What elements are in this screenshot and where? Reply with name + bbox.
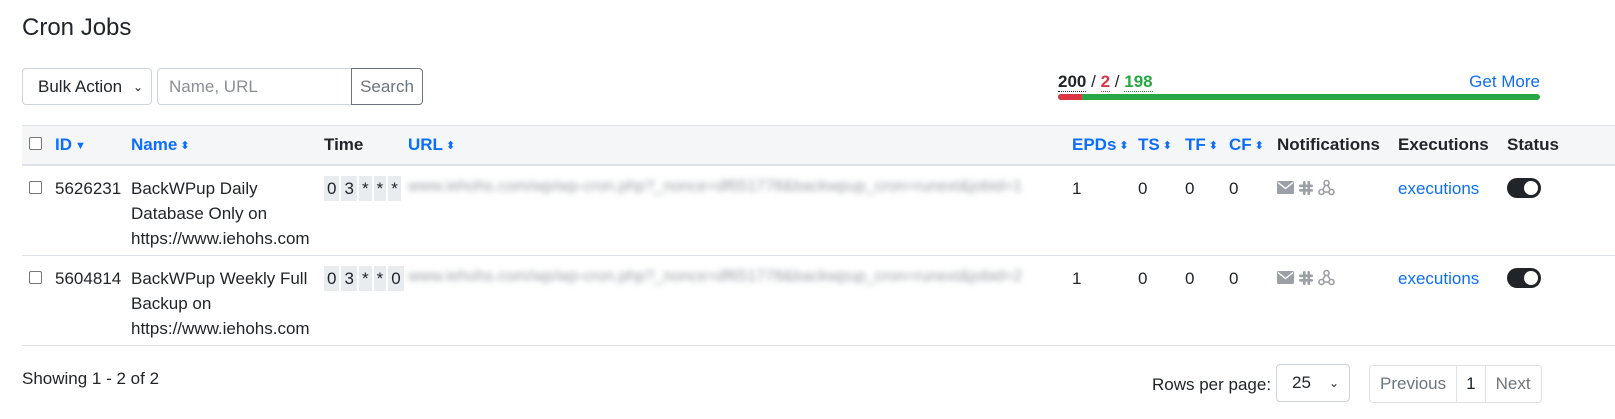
schedule-hour: 3 bbox=[341, 176, 357, 201]
sort-icon: ⬍ bbox=[1162, 140, 1172, 152]
table-row: 5604814 BackWPup Weekly Full Backup on h… bbox=[22, 256, 1615, 346]
quota-separator: / bbox=[1091, 72, 1096, 91]
row-checkbox[interactable] bbox=[29, 271, 42, 284]
column-name[interactable]: Name ⬍ bbox=[131, 135, 190, 155]
search-input[interactable] bbox=[157, 68, 352, 105]
envelope-icon bbox=[1277, 181, 1294, 194]
get-more-link[interactable]: Get More bbox=[1469, 72, 1540, 92]
chevron-down-icon: ⌄ bbox=[1328, 376, 1339, 390]
bulk-action-select[interactable]: Bulk Action ⌄ bbox=[22, 68, 152, 105]
job-id: 5626231 bbox=[55, 179, 122, 198]
column-url[interactable]: URL ⬍ bbox=[408, 135, 455, 155]
slack-icon bbox=[1299, 180, 1313, 195]
job-notifications bbox=[1277, 179, 1335, 196]
job-ts: 0 bbox=[1138, 179, 1148, 198]
next-page-button[interactable]: Next bbox=[1486, 366, 1541, 402]
sort-icon: ⬍ bbox=[1254, 140, 1264, 152]
sort-icon: ⬍ bbox=[1208, 140, 1218, 152]
column-cf[interactable]: CF ⬍ bbox=[1229, 135, 1264, 155]
schedule-weekday: * bbox=[388, 176, 401, 201]
quota-summary: 200 / 2 / 198 bbox=[1058, 72, 1153, 92]
quota-separator: / bbox=[1114, 72, 1120, 91]
column-executions: Executions bbox=[1398, 135, 1489, 154]
status-toggle[interactable] bbox=[1507, 268, 1541, 288]
column-epds[interactable]: EPDs ⬍ bbox=[1072, 135, 1129, 155]
webhook-icon bbox=[1318, 269, 1335, 286]
rows-per-page-value: 25 bbox=[1292, 373, 1311, 392]
webhook-icon bbox=[1318, 179, 1335, 196]
quota-total: 200 bbox=[1058, 72, 1087, 92]
page-title: Cron Jobs bbox=[22, 14, 132, 41]
quota-failed: 2 bbox=[1100, 72, 1111, 92]
schedule-hour: 3 bbox=[341, 266, 357, 291]
job-schedule: 0 3 * * * bbox=[324, 176, 401, 201]
status-toggle[interactable] bbox=[1507, 178, 1541, 198]
schedule-day: * bbox=[358, 266, 372, 291]
job-cf: 0 bbox=[1229, 179, 1239, 198]
sort-icon: ⬍ bbox=[445, 140, 456, 152]
schedule-day: * bbox=[358, 176, 372, 201]
column-cf-label: CF bbox=[1229, 135, 1252, 154]
quota-progress-bar bbox=[1058, 94, 1540, 100]
slack-icon bbox=[1299, 270, 1313, 285]
schedule-minute: 0 bbox=[324, 176, 340, 201]
column-name-label: Name bbox=[131, 135, 178, 154]
schedule-minute: 0 bbox=[324, 266, 340, 291]
column-tf-label: TF bbox=[1185, 135, 1206, 154]
job-id: 5604814 bbox=[55, 269, 122, 288]
column-ts[interactable]: TS ⬍ bbox=[1138, 135, 1172, 155]
column-status: Status bbox=[1507, 135, 1559, 154]
pagination-summary: Showing 1 - 2 of 2 bbox=[22, 369, 160, 388]
job-epds: 1 bbox=[1072, 179, 1082, 198]
executions-link[interactable]: executions bbox=[1398, 266, 1479, 291]
job-url: www.iehohs.com/wp/wp-cron.php?_nonce=df6… bbox=[408, 268, 1023, 285]
column-time: Time bbox=[324, 135, 364, 154]
table-header: ID ▼ Name ⬍ Time URL ⬍ EPDs ⬍ TS ⬍ TF ⬍ CF ⬍ No… bbox=[22, 125, 1615, 166]
page-1-button[interactable]: 1 bbox=[1457, 366, 1486, 402]
rows-per-page-select[interactable]: 25 ⌄ bbox=[1276, 364, 1350, 402]
search-button[interactable]: Search bbox=[351, 68, 423, 105]
rows-per-page-label: Rows per page: bbox=[1152, 375, 1272, 394]
job-ts: 0 bbox=[1138, 269, 1148, 288]
column-notifications: Notifications bbox=[1277, 135, 1380, 154]
select-all-checkbox[interactable] bbox=[29, 137, 42, 150]
job-cf: 0 bbox=[1229, 269, 1239, 288]
bulk-action-label: Bulk Action bbox=[38, 76, 123, 96]
sort-icon: ⬍ bbox=[1119, 140, 1129, 152]
schedule-month: * bbox=[373, 266, 387, 291]
pagination: Previous 1 Next bbox=[1369, 365, 1542, 403]
sort-desc-icon: ▼ bbox=[75, 140, 86, 152]
job-name: BackWPup Daily Database Only on https://… bbox=[131, 179, 310, 248]
job-url: www.iehohs.com/wp/wp-cron.php?_nonce=df6… bbox=[408, 178, 1023, 195]
column-id-label: ID bbox=[55, 135, 72, 154]
job-name: BackWPup Weekly Full Backup on https://w… bbox=[131, 269, 310, 338]
column-id[interactable]: ID ▼ bbox=[55, 135, 86, 155]
table-row: 5626231 BackWPup Daily Database Only on … bbox=[22, 166, 1615, 256]
column-tf[interactable]: TF ⬍ bbox=[1185, 135, 1218, 155]
cron-jobs-table: ID ▼ Name ⬍ Time URL ⬍ EPDs ⬍ TS ⬍ TF ⬍ CF ⬍ No… bbox=[22, 125, 1615, 346]
schedule-month: * bbox=[373, 176, 387, 201]
row-checkbox[interactable] bbox=[29, 181, 42, 194]
previous-page-button[interactable]: Previous bbox=[1370, 366, 1458, 402]
job-schedule: 0 3 * * 0 bbox=[324, 266, 404, 291]
executions-link[interactable]: executions bbox=[1398, 176, 1479, 201]
job-tf: 0 bbox=[1185, 269, 1195, 288]
sort-icon: ⬍ bbox=[180, 140, 190, 152]
column-url-label: URL bbox=[408, 135, 443, 154]
quota-ok: 198 bbox=[1124, 72, 1153, 92]
quota-progress-failed bbox=[1058, 94, 1083, 100]
job-notifications bbox=[1277, 269, 1335, 286]
column-epds-label: EPDs bbox=[1072, 135, 1117, 154]
job-tf: 0 bbox=[1185, 179, 1195, 198]
chevron-down-icon: ⌄ bbox=[132, 79, 143, 94]
job-epds: 1 bbox=[1072, 269, 1082, 288]
envelope-icon bbox=[1277, 271, 1294, 284]
column-ts-label: TS bbox=[1138, 135, 1160, 154]
schedule-weekday: 0 bbox=[388, 266, 404, 291]
